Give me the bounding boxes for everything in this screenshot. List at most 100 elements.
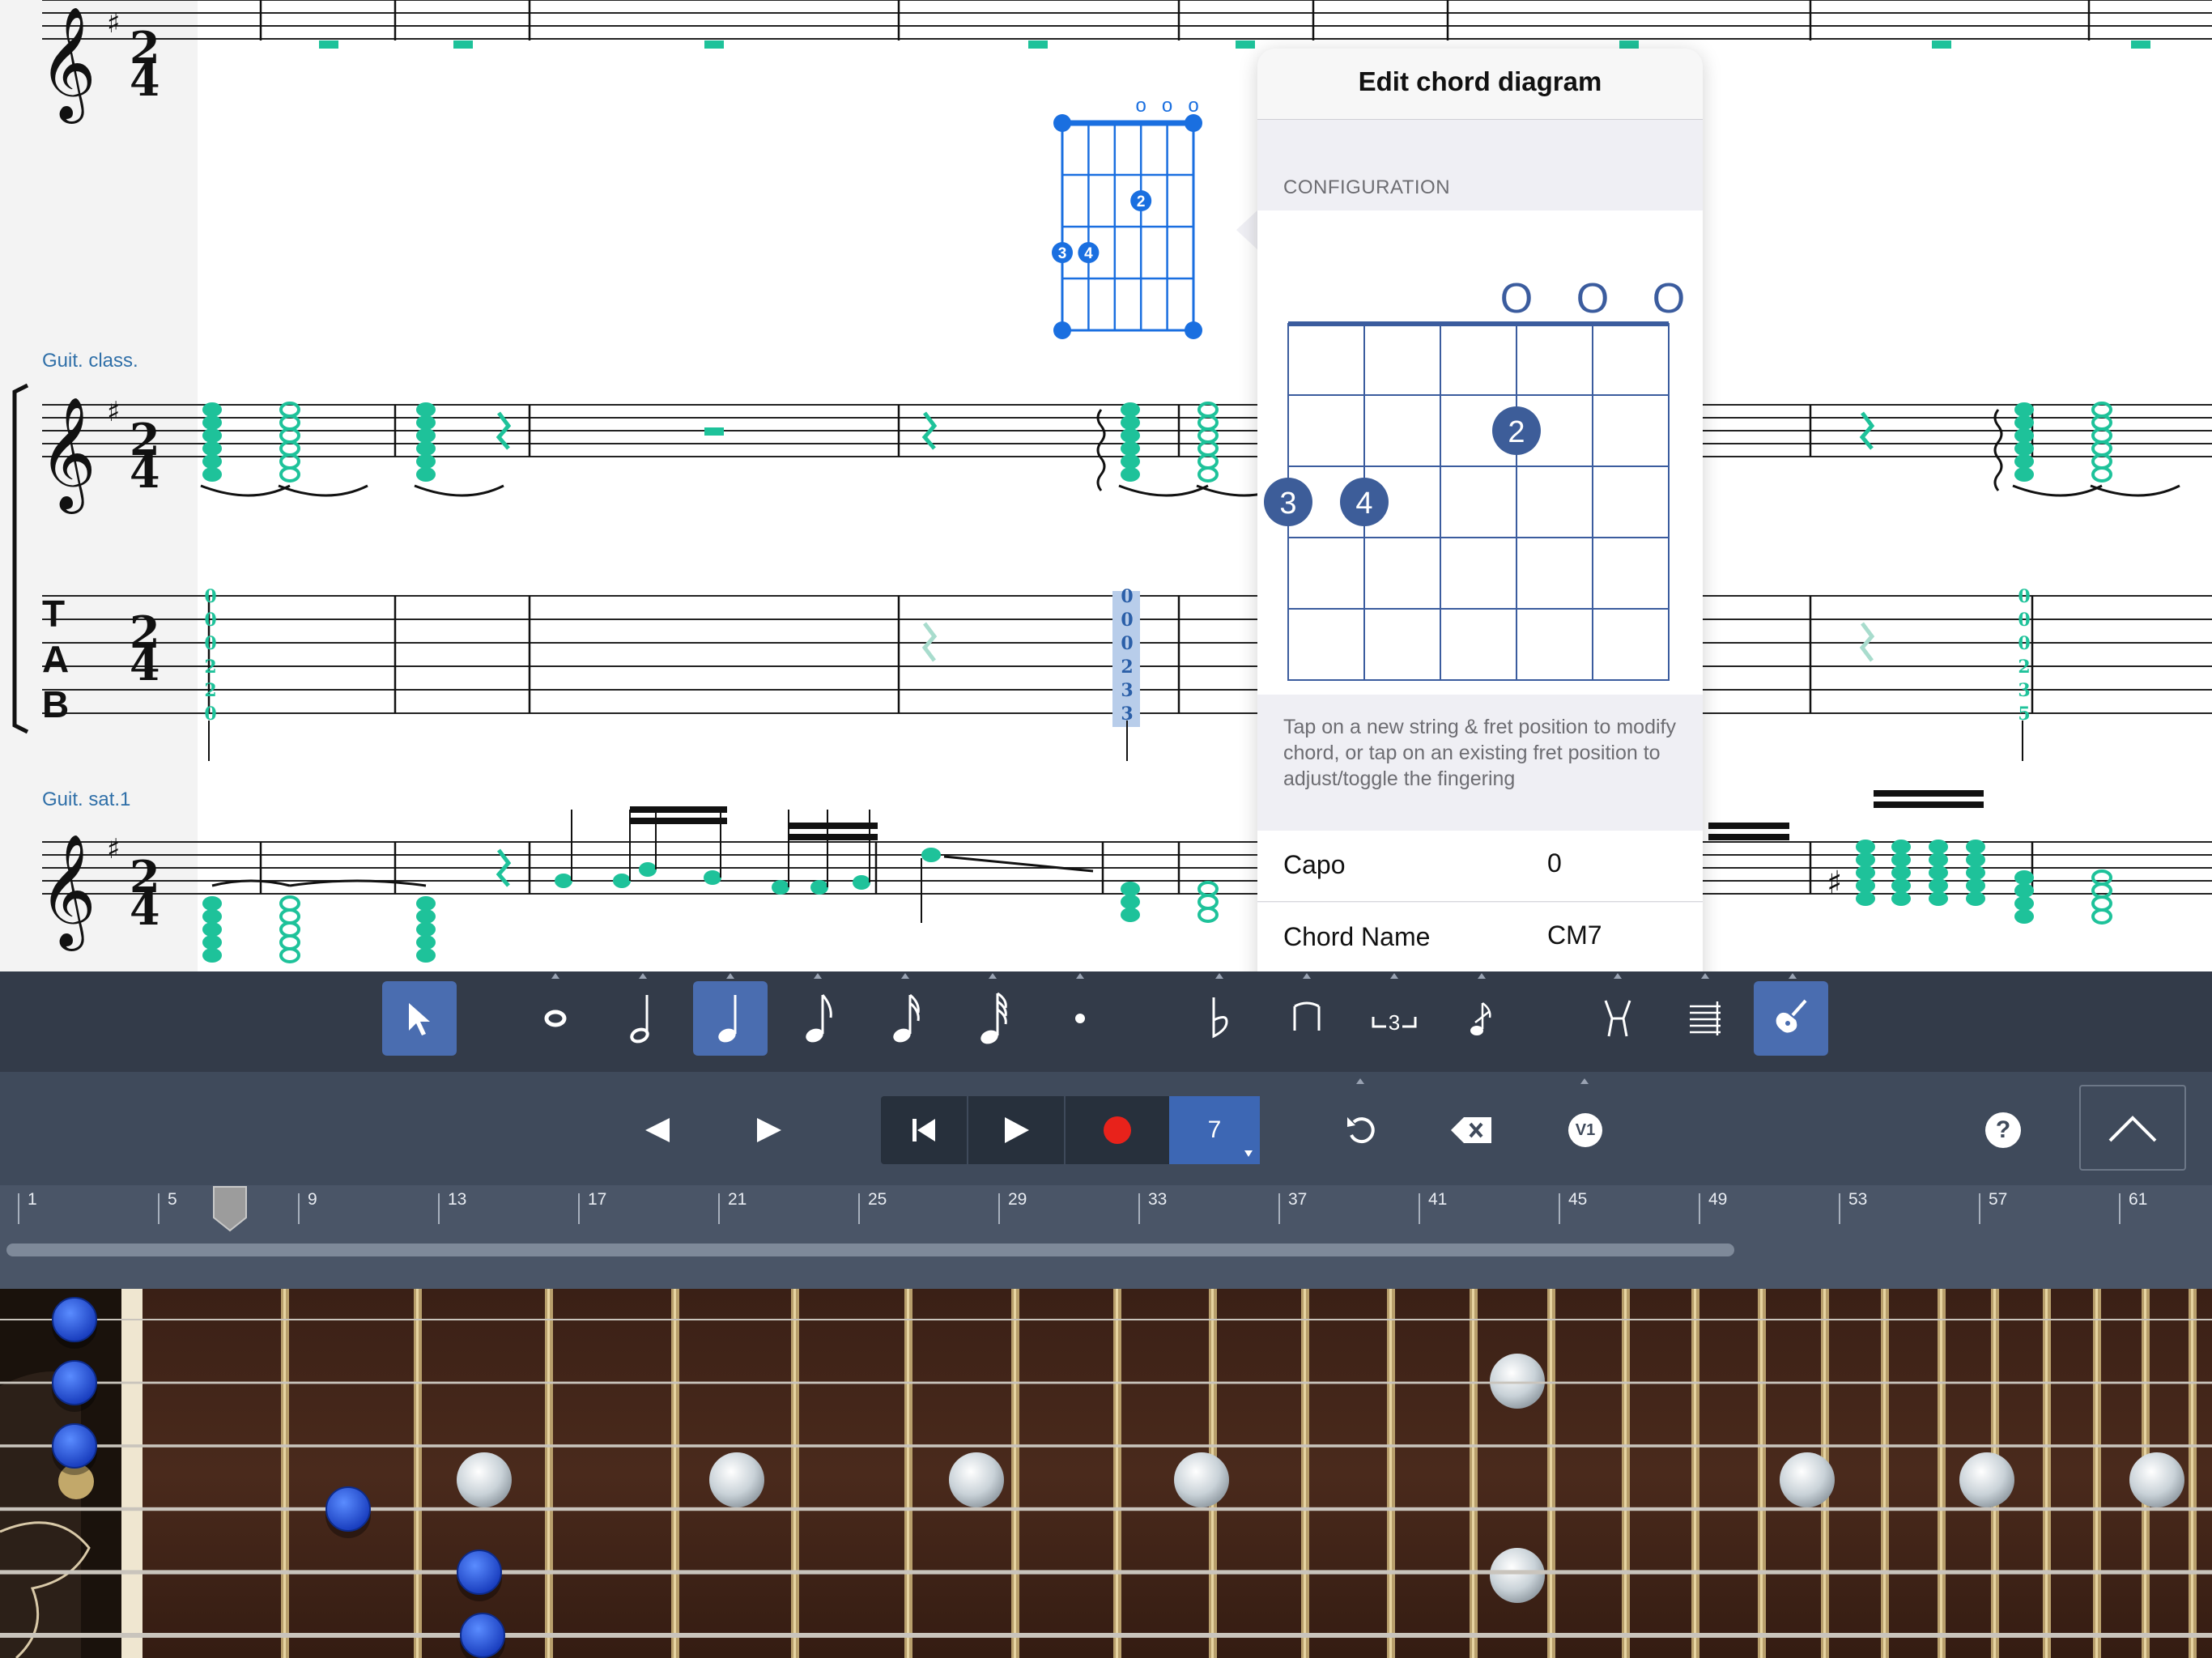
capo-value-field[interactable]: 0 <box>1547 848 1562 878</box>
fret-highlight <box>1389 1289 1392 1658</box>
chord-notes <box>1929 865 1948 880</box>
sixteenth-note <box>639 862 657 877</box>
help-button[interactable]: ? <box>1969 1096 2037 1164</box>
record-button[interactable] <box>1066 1096 1169 1164</box>
quarter-note-button[interactable] <box>693 981 768 1056</box>
guitar-string <box>0 1381 2212 1384</box>
chord-notes <box>2014 909 2034 924</box>
fret-highlight <box>416 1289 419 1658</box>
timeline-bar-number: 45 <box>1568 1190 1588 1209</box>
chord-name-field[interactable]: CM7 <box>1547 920 1602 950</box>
chord-notes <box>416 922 436 937</box>
beam <box>789 823 878 829</box>
chord-notes <box>1929 891 1948 906</box>
timeline-bar-number: 9 <box>308 1190 317 1209</box>
flat-button[interactable] <box>1182 981 1257 1056</box>
chord-notes <box>2091 882 2112 899</box>
timeline-bar-number: 1 <box>28 1190 37 1209</box>
timeline-tick <box>858 1193 860 1224</box>
fret-highlight <box>1550 1289 1552 1658</box>
voice-label: V1 <box>1568 1113 1602 1147</box>
time-sig-bottom: 4 <box>130 446 160 498</box>
tie-arc <box>200 484 291 497</box>
delete-button[interactable] <box>1438 1096 1506 1164</box>
chord-diagram-editor[interactable]: OOO234 <box>1257 210 1703 695</box>
instrument-label-satellite[interactable]: Guit. sat.1 <box>42 789 130 811</box>
fretboard-drawing[interactable] <box>0 1289 2212 1658</box>
guitar-fretboard[interactable] <box>0 1289 2212 1658</box>
undo-button[interactable] <box>1328 1096 1396 1164</box>
whole-note-button[interactable] <box>518 981 593 1056</box>
score-notation[interactable]: 𝄞 ♯ 24 o o o23 4𝄞 ♯24TAB24000220000233000235𝄞 ♯2… <box>0 0 2212 971</box>
chord-notes <box>202 402 222 417</box>
next-button[interactable] <box>735 1096 803 1164</box>
fret-inlay <box>949 1452 1004 1507</box>
tool-menu-indicator <box>1390 973 1398 979</box>
undo-icon <box>1347 1117 1375 1144</box>
fret-inlay <box>1174 1452 1229 1507</box>
open-string-marker: o <box>1136 95 1146 117</box>
finger-number: 4 <box>1355 487 1372 521</box>
beam <box>1874 801 1984 808</box>
sixteenth-note <box>613 874 631 888</box>
score-view[interactable]: 𝄞 ♯ 2 4 o o o 2 3 4 𝄞 ♯ 2 4 T A B 2 4 0 0 0 2 2 0 0 0 0 2 3 3 0 0 0 2 3 5 𝄞 ♯ 2… <box>0 0 2212 971</box>
help-text: Tap on a new string & fret position to m… <box>1283 716 1676 790</box>
chord-diagram-grid[interactable]: O O O23 4 <box>1257 210 1703 695</box>
sixteenth-note-button[interactable] <box>868 981 942 1056</box>
timeline-bar-number: 13 <box>448 1190 467 1209</box>
harmonics-icon <box>1604 1000 1631 1037</box>
eighth-note-button[interactable] <box>781 981 855 1056</box>
thirty-second-note-button[interactable] <box>955 981 1030 1056</box>
previous-button[interactable] <box>623 1096 691 1164</box>
fret-highlight <box>1304 1289 1306 1658</box>
voice-button[interactable]: V1 <box>1551 1096 1619 1164</box>
chord-name-row[interactable]: Chord Name CM7 <box>1257 903 1703 974</box>
chord-notes <box>202 467 222 482</box>
fretted-note-dot <box>52 1423 97 1469</box>
svg-text:3: 3 <box>1389 1010 1400 1035</box>
chord-notes <box>416 896 436 911</box>
half-note-button[interactable] <box>606 981 680 1056</box>
instrument-label-classical[interactable]: Guit. class. <box>42 350 138 372</box>
chord-notes <box>416 428 436 443</box>
resize-handle <box>1053 114 1071 132</box>
bar-timeline[interactable]: 1 5 9 13 17 21 25 29 33 37 41 45 49 53 57 61 <box>0 1185 2212 1289</box>
chord-notes <box>1929 852 1948 867</box>
tuplet-button[interactable]: 3 <box>1357 981 1431 1056</box>
chord-diagram-tool-button[interactable] <box>1754 981 1828 1056</box>
chord-notes <box>1891 852 1911 867</box>
select-tool-button[interactable] <box>382 981 457 1056</box>
tablature-button[interactable] <box>1668 981 1742 1056</box>
chord-notes <box>1891 878 1911 893</box>
tie-button[interactable] <box>1270 981 1344 1056</box>
capo-label: Capo <box>1283 850 1346 879</box>
fret-highlight <box>1760 1289 1763 1658</box>
dot-button[interactable] <box>1043 981 1117 1056</box>
chord-notes <box>1891 865 1911 880</box>
popover-title: Edit chord diagram <box>1358 66 1602 96</box>
tab-fret-number: 0 <box>2018 586 2030 607</box>
timeline-scrollbar[interactable] <box>6 1244 1734 1256</box>
chord-notes <box>202 441 222 456</box>
grace-note-button[interactable] <box>1444 981 1519 1056</box>
chord-notes <box>202 896 222 911</box>
playhead-handle[interactable] <box>212 1185 248 1232</box>
triangle-left-icon <box>645 1118 670 1142</box>
tab-fret-number: 0 <box>204 633 216 654</box>
half-note-icon <box>630 995 649 1044</box>
chord-notes <box>2091 908 2112 925</box>
chord-notes <box>1121 428 1140 443</box>
chord-notes <box>202 909 222 924</box>
resize-handle <box>1185 114 1202 132</box>
chord-notes <box>1856 891 1875 906</box>
fret-inlay <box>709 1452 764 1507</box>
sixteenth-note <box>853 875 870 890</box>
capo-row[interactable]: Capo 0 <box>1257 831 1703 902</box>
play-button[interactable] <box>968 1096 1066 1164</box>
collapse-panel-button[interactable] <box>2079 1085 2186 1171</box>
finger-number: 2 <box>1508 415 1525 449</box>
rewind-button[interactable] <box>881 1096 968 1164</box>
harmonics-button[interactable] <box>1580 981 1655 1056</box>
chord-notes <box>2014 402 2034 417</box>
bar-count-selector[interactable]: 7 <box>1169 1096 1260 1164</box>
